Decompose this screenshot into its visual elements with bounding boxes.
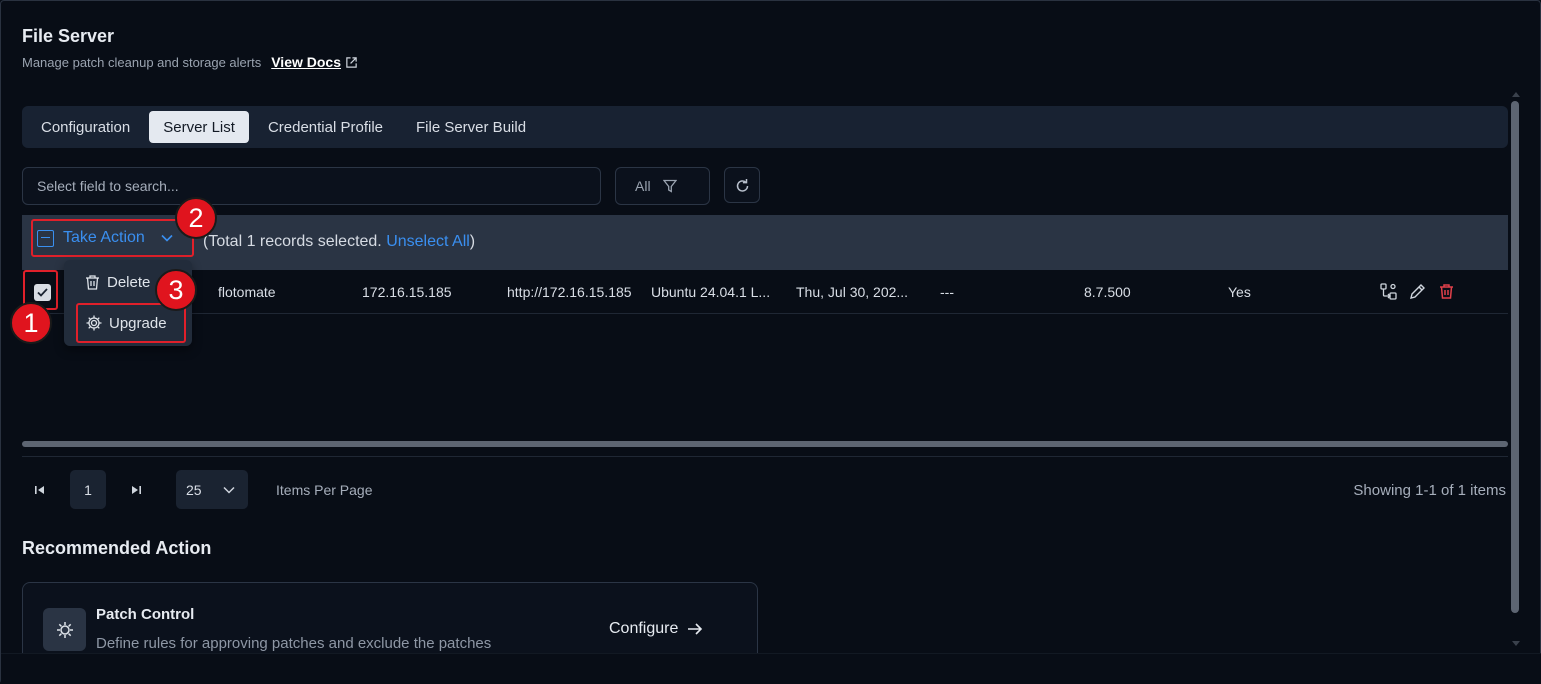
cell-os: Ubuntu 24.04.1 L...: [651, 284, 771, 300]
search-input[interactable]: [22, 167, 601, 205]
filter-icon: [662, 179, 677, 193]
selection-action-bar: Take Action (Total 1 records selected. U…: [22, 215, 1508, 270]
view-docs-link[interactable]: View Docs: [271, 54, 358, 70]
first-page-icon: [35, 486, 44, 494]
horizontal-scrollbar[interactable]: [22, 441, 1508, 447]
per-page-select[interactable]: 25: [176, 470, 248, 509]
selection-prefix: (Total 1 records selected.: [203, 233, 387, 250]
card-description: Define rules for approving patches and e…: [96, 635, 492, 652]
row-actions: [1379, 282, 1456, 301]
check-icon: [37, 288, 48, 297]
first-page-button[interactable]: [31, 481, 49, 504]
card-title: Patch Control: [96, 606, 195, 623]
page-title: File Server: [22, 26, 115, 46]
annotation-badge-2: 2: [175, 197, 217, 239]
recommended-action-title: Recommended Action: [22, 538, 212, 558]
edit-icon[interactable]: [1408, 282, 1427, 301]
cell-version: 8.7.500: [1084, 284, 1131, 300]
filter-value: All: [635, 178, 651, 194]
cell-empty: ---: [940, 284, 954, 300]
tab-credential-profile[interactable]: Credential Profile: [254, 111, 397, 143]
subtitle-text: Manage patch cleanup and storage alerts: [22, 54, 262, 70]
last-page-button[interactable]: [127, 481, 145, 504]
scroll-down-arrow[interactable]: [1512, 641, 1520, 646]
configure-label: Configure: [609, 620, 679, 637]
table-row: flotomate 172.16.15.185 http://172.16.15…: [22, 270, 1508, 314]
app-window: File Server Manage patch cleanup and sto…: [0, 0, 1541, 684]
chevron-down-icon: [161, 234, 173, 242]
tab-server-list[interactable]: Server List: [149, 111, 249, 143]
sync-icon[interactable]: [1379, 282, 1398, 301]
annotation-badge-3: 3: [155, 269, 197, 311]
menu-item-upgrade-label: Upgrade: [109, 314, 167, 332]
indeterminate-checkbox-icon: [37, 229, 54, 247]
gear-icon: [86, 315, 102, 331]
view-docs-label: View Docs: [271, 54, 341, 70]
tab-file-server-build[interactable]: File Server Build: [402, 111, 540, 143]
bottom-band: [1, 653, 1541, 684]
per-page-value: 25: [186, 481, 202, 498]
page-subtitle: Manage patch cleanup and storage alerts …: [22, 54, 358, 70]
last-page-icon: [132, 486, 141, 494]
cell-status: Yes: [1228, 284, 1251, 300]
chevron-down-icon: [223, 486, 235, 494]
showing-count: Showing 1-1 of 1 items: [1353, 482, 1506, 499]
divider: [22, 456, 1508, 457]
filter-button[interactable]: All: [615, 167, 710, 205]
selection-summary: (Total 1 records selected. Unselect All): [203, 233, 475, 251]
annotation-badge-1: 1: [10, 302, 52, 344]
menu-item-delete-label: Delete: [107, 274, 151, 291]
cell-ip: 172.16.15.185: [362, 284, 452, 300]
arrow-right-icon: [688, 623, 703, 635]
cell-name: flotomate: [218, 284, 276, 300]
take-action-label: Take Action: [63, 229, 145, 246]
trash-icon: [86, 275, 99, 290]
refresh-button[interactable]: [724, 167, 760, 203]
cell-url: http://172.16.15.185: [507, 284, 632, 300]
cell-date: Thu, Jul 30, 202...: [796, 284, 909, 300]
menu-item-delete[interactable]: Delete: [84, 274, 150, 291]
external-link-icon: [346, 56, 357, 68]
take-action-button[interactable]: Take Action: [31, 219, 194, 257]
configure-button[interactable]: Configure: [609, 620, 703, 638]
items-per-page-label: Items Per Page: [276, 482, 373, 498]
delete-icon[interactable]: [1437, 282, 1456, 301]
vertical-scrollbar[interactable]: [1511, 101, 1519, 613]
selection-suffix: ): [469, 233, 476, 250]
tabs-bar: Configuration Server List Credential Pro…: [22, 106, 1508, 148]
row-checkbox[interactable]: [34, 284, 51, 301]
tab-configuration[interactable]: Configuration: [27, 111, 144, 143]
refresh-icon: [736, 178, 748, 192]
scroll-up-arrow[interactable]: [1512, 92, 1520, 97]
patch-control-icon: [43, 608, 86, 651]
unselect-all-link[interactable]: Unselect All: [386, 233, 470, 250]
page-number-button[interactable]: 1: [70, 470, 106, 509]
